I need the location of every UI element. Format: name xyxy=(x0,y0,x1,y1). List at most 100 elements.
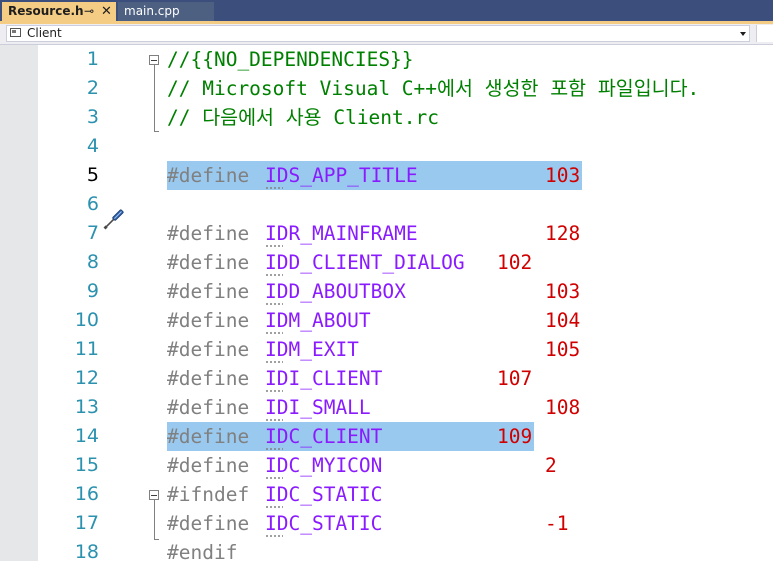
preprocessor-directive: #define xyxy=(167,338,250,361)
macro-name[interactable]: IDC_STATIC xyxy=(265,509,382,538)
code-line[interactable]: 18 #endif xyxy=(0,538,773,567)
preprocessor-directive: #define xyxy=(167,251,250,274)
line-number: 3 xyxy=(86,106,99,128)
comment-text: // Microsoft Visual C++에서 생성한 포함 파일입니다. xyxy=(167,77,700,100)
tab-label: Resource.h xyxy=(8,4,84,18)
suggestion-dots xyxy=(265,274,283,276)
code-line[interactable]: 14 #define IDC_CLIENT 109 xyxy=(0,422,773,451)
comment-text: // 다음에서 사용 Client.rc xyxy=(167,106,439,129)
macro-value: 105 xyxy=(545,338,581,361)
comment-text: //{{NO_DEPENDENCIES}} xyxy=(167,48,414,71)
preprocessor-directive: #ifndef xyxy=(167,483,250,506)
preprocessor-directive: #define xyxy=(167,512,250,535)
macro-value: 2 xyxy=(545,454,557,477)
macro-name[interactable]: IDC_MYICON xyxy=(265,451,382,480)
suggestion-dots xyxy=(265,535,283,537)
outline-guide xyxy=(154,65,155,131)
macro-name[interactable]: IDD_CLIENT_DIALOG xyxy=(265,248,465,277)
tab-label: main.cpp xyxy=(124,4,180,18)
line-number: 11 xyxy=(74,338,99,360)
preprocessor-directive: #endif xyxy=(167,541,238,564)
line-number: 13 xyxy=(74,396,99,418)
line-number: 7 xyxy=(86,222,99,244)
code-line[interactable]: 9 #define IDD_ABOUTBOX 103 xyxy=(0,277,773,306)
code-line[interactable]: 8 #define IDD_CLIENT_DIALOG 102 xyxy=(0,248,773,277)
macro-name[interactable]: IDI_SMALL xyxy=(265,393,371,422)
macro-value: -1 xyxy=(545,512,569,535)
line-number: 16 xyxy=(74,483,99,505)
tab-main-cpp[interactable]: main.cpp xyxy=(118,2,214,21)
line-number: 12 xyxy=(74,367,99,389)
code-line[interactable]: 4 xyxy=(0,132,773,161)
chevron-down-icon[interactable] xyxy=(740,32,746,36)
project-icon xyxy=(10,28,21,37)
code-line[interactable]: 16 #ifndef IDC_STATIC xyxy=(0,480,773,509)
line-number: 8 xyxy=(86,251,99,273)
macro-name[interactable]: IDI_CLIENT xyxy=(265,364,382,393)
macro-name[interactable]: IDR_MAINFRAME xyxy=(265,219,418,248)
macro-value: 109 xyxy=(497,425,533,448)
line-number: 5 xyxy=(86,164,99,186)
line-number: 9 xyxy=(86,280,99,302)
navigation-bar: Client xyxy=(0,24,773,45)
document-tab-strip: Resource.h ⊸ ✕ main.cpp xyxy=(0,0,773,21)
code-line[interactable]: 10 #define IDM_ABOUT 104 xyxy=(0,306,773,335)
collapse-ifndef-region[interactable] xyxy=(149,490,159,500)
code-editor[interactable]: 1 //{{NO_DEPENDENCIES}} 2 // Microsoft Visu… xyxy=(0,45,773,564)
code-line[interactable]: 1 //{{NO_DEPENDENCIES}} xyxy=(0,45,773,74)
pin-icon[interactable]: ⊸ xyxy=(84,2,94,21)
suggestion-dots xyxy=(265,390,283,392)
suggestion-dots xyxy=(265,448,283,450)
suggestion-dots xyxy=(265,506,283,508)
macro-value: 103 xyxy=(545,280,581,303)
preprocessor-directive: #define xyxy=(167,280,250,303)
code-line[interactable]: 5 #define IDS_APP_TITLE 103 xyxy=(0,161,773,190)
line-number: 4 xyxy=(86,135,99,157)
code-line[interactable]: 13 #define IDI_SMALL 108 xyxy=(0,393,773,422)
code-line[interactable]: 2 // Microsoft Visual C++에서 생성한 포함 파일입니다. xyxy=(0,74,773,103)
preprocessor-directive: #define xyxy=(167,396,250,419)
line-number: 14 xyxy=(74,425,99,447)
code-line[interactable]: 15 #define IDC_MYICON 2 xyxy=(0,451,773,480)
outline-guide-end xyxy=(154,539,159,540)
line-number: 17 xyxy=(74,512,99,534)
scope-dropdown[interactable] xyxy=(756,25,773,42)
suggestion-dots xyxy=(265,332,283,334)
screwdriver-icon[interactable] xyxy=(98,205,128,235)
macro-name[interactable]: IDM_EXIT xyxy=(265,335,359,364)
code-line[interactable]: 12 #define IDI_CLIENT 107 xyxy=(0,364,773,393)
macro-value: 103 xyxy=(545,164,581,187)
macro-name[interactable]: IDS_APP_TITLE xyxy=(265,161,418,190)
suggestion-dots xyxy=(265,361,283,363)
project-dropdown[interactable]: Client xyxy=(6,25,750,42)
project-name: Client xyxy=(27,26,62,40)
macro-name[interactable]: IDC_CLIENT xyxy=(265,422,382,451)
line-number: 15 xyxy=(74,454,99,476)
line-number: 1 xyxy=(86,48,99,70)
macro-value: 107 xyxy=(497,367,533,390)
suggestion-dots xyxy=(265,477,283,479)
line-number: 10 xyxy=(74,309,99,331)
preprocessor-directive: #define xyxy=(167,367,250,390)
outline-guide-end xyxy=(154,131,159,132)
code-line[interactable]: 17 #define IDC_STATIC -1 xyxy=(0,509,773,538)
macro-name[interactable]: IDM_ABOUT xyxy=(265,306,371,335)
collapse-comment-region[interactable] xyxy=(149,55,159,65)
preprocessor-directive: #define xyxy=(167,309,250,332)
macro-name[interactable]: IDC_STATIC xyxy=(265,480,382,509)
line-number: 18 xyxy=(74,541,99,563)
macro-name[interactable]: IDD_ABOUTBOX xyxy=(265,277,406,306)
code-line[interactable]: 11 #define IDM_EXIT 105 xyxy=(0,335,773,364)
preprocessor-directive: #define xyxy=(167,222,250,245)
preprocessor-directive: #define xyxy=(167,164,250,187)
close-icon[interactable]: ✕ xyxy=(101,2,112,21)
suggestion-dots xyxy=(265,245,283,247)
suggestion-dots xyxy=(265,187,283,189)
preprocessor-directive: #define xyxy=(167,454,250,477)
tab-resource-h[interactable]: Resource.h ⊸ ✕ xyxy=(2,2,116,21)
suggestion-dots xyxy=(265,303,283,305)
code-line[interactable]: 3 // 다음에서 사용 Client.rc xyxy=(0,103,773,132)
suggestion-dots xyxy=(265,419,283,421)
preprocessor-directive: #define xyxy=(167,425,250,448)
outline-guide xyxy=(154,500,155,540)
